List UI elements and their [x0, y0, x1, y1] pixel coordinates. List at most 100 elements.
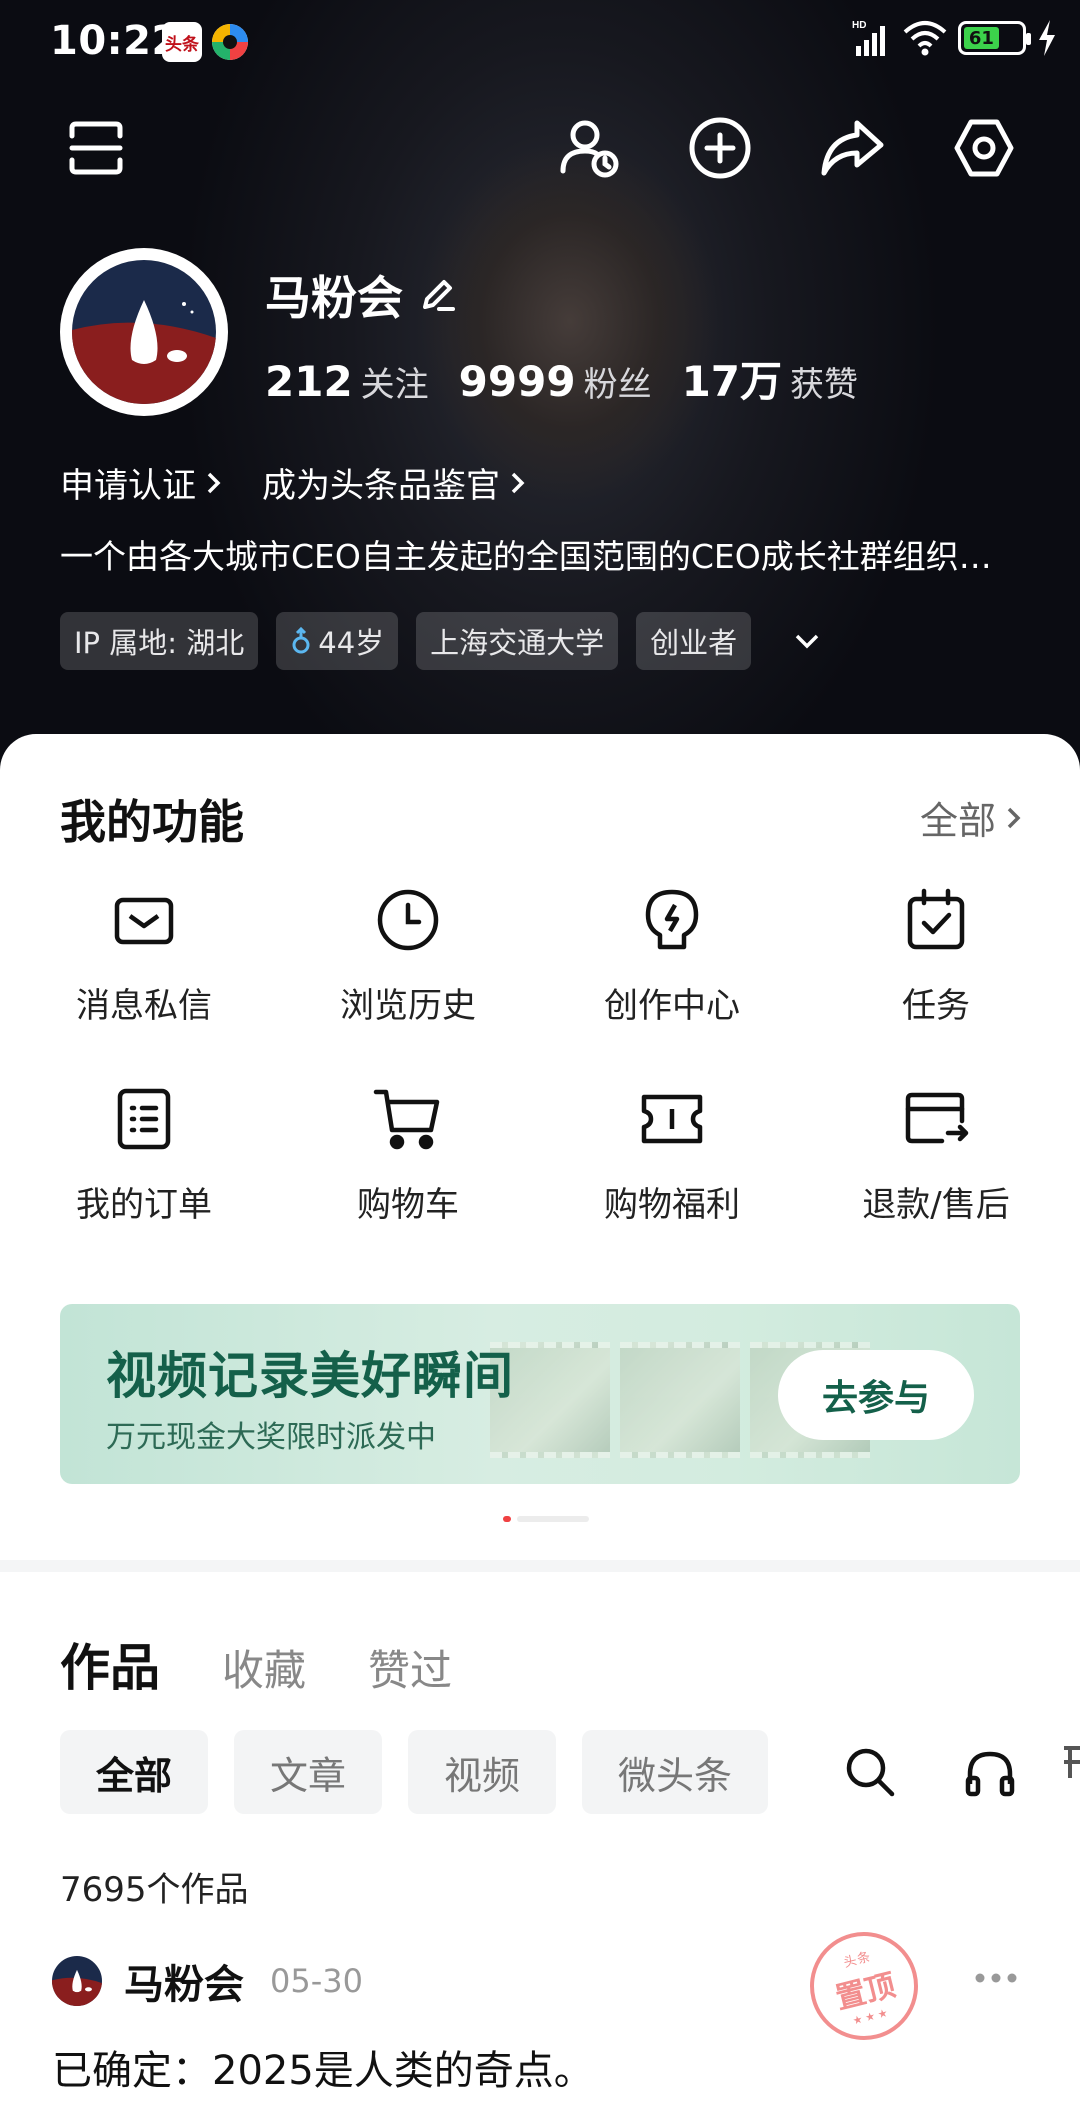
profile-tags: IP 属地: 湖北 44岁 上海交通大学 创业者 — [60, 612, 827, 670]
expand-tags-button[interactable] — [787, 621, 827, 661]
likes-label[interactable]: 获赞 — [790, 357, 858, 406]
function-tasks[interactable]: 任务 — [804, 884, 1068, 1027]
chevron-right-icon — [511, 472, 525, 493]
pagination-track — [517, 1516, 589, 1522]
app-notification-icon — [212, 24, 248, 60]
pagination-dot-active — [503, 1516, 511, 1522]
filter-articles[interactable]: 文章 — [234, 1730, 383, 1814]
edit-pencil-icon[interactable] — [417, 275, 457, 315]
promo-banner[interactable]: 视频记录美好瞬间 万元现金大奖限时派发中 去参与 — [60, 1304, 1020, 1484]
filter-micro-posts[interactable]: 微头条 — [582, 1730, 769, 1814]
function-cart[interactable]: 购物车 — [276, 1083, 540, 1226]
calendar-check-icon — [907, 888, 965, 950]
function-tasks-label: 任务 — [902, 986, 970, 1026]
works-count: 7695个作品 — [60, 1870, 249, 1910]
function-cart-label: 购物车 — [357, 1185, 459, 1225]
followers-label[interactable]: 粉丝 — [584, 357, 652, 406]
function-history-label: 浏览历史 — [340, 986, 476, 1026]
filters-fade — [770, 1730, 830, 1814]
share-button[interactable] — [814, 110, 890, 186]
following-label[interactable]: 关注 — [361, 357, 429, 406]
status-bar: 10:22 头条 HD 61 — [0, 0, 1080, 84]
works-filters: 全部 文章 视频 微头条 — [60, 1730, 769, 1814]
function-refund[interactable]: 退款/售后 — [804, 1083, 1068, 1226]
function-orders[interactable]: 我的订单 — [12, 1083, 276, 1226]
more-filters-cut — [1060, 1742, 1080, 1791]
profile-bio[interactable]: 一个由各大城市CEO自主发起的全国范围的CEO成长社群组织，致力于打造全国最具影… — [60, 530, 1020, 578]
user-clock-icon — [560, 120, 619, 178]
clock-icon — [377, 889, 439, 951]
battery-indicator: 61 — [958, 21, 1031, 55]
see-all-label: 全部 — [919, 799, 996, 843]
post-text[interactable]: 已确定：2025是人类的奇点。 — [52, 2038, 594, 2096]
function-messages-label: 消息私信 — [76, 986, 212, 1026]
tab-favorites[interactable]: 收藏 — [222, 1637, 306, 1698]
banner-title: 视频记录美好瞬间 — [106, 1347, 514, 1405]
become-reviewer-link[interactable]: 成为头条品鉴官 — [262, 458, 528, 507]
post-author-avatar[interactable] — [52, 1956, 102, 2006]
signal-icon: HD — [852, 20, 885, 56]
tag-age: 44岁 — [276, 612, 399, 670]
status-indicators: HD 61 — [852, 18, 1058, 58]
search-works-button[interactable] — [836, 1738, 904, 1806]
profile-name: 马粉会 — [265, 262, 457, 328]
tag-ip-location: IP 属地: 湖北 — [60, 612, 259, 670]
function-orders-label: 我的订单 — [76, 1185, 212, 1225]
gear-icon — [954, 119, 1014, 177]
apply-verification-link[interactable]: 申请认证 — [60, 458, 224, 507]
profile-links: 申请认证 成为头条品鉴官 — [60, 458, 528, 507]
avatar-logo-icon — [72, 260, 216, 404]
chevron-right-icon — [207, 472, 221, 493]
scan-icon — [69, 121, 123, 175]
more-dots-icon — [975, 1973, 1017, 1983]
publish-button[interactable] — [682, 110, 758, 186]
likes-count[interactable]: 17万 — [682, 348, 782, 409]
svg-text:HD: HD — [852, 20, 866, 31]
post-author-name[interactable]: 马粉会 — [124, 1952, 244, 2010]
function-shopping-benefits-label: 购物福利 — [604, 1185, 740, 1225]
chevron-down-icon — [795, 634, 819, 649]
banner-join-button[interactable]: 去参与 — [778, 1350, 974, 1440]
headphones-icon — [965, 1751, 1015, 1797]
order-list-icon — [117, 1088, 171, 1150]
pinned-stamp: 头条 置顶 ★★★ — [798, 1920, 930, 2052]
profile-name-text: 马粉会 — [265, 271, 403, 325]
charging-icon — [1039, 20, 1055, 56]
my-functions-card: 我的功能 全部 消息私信 浏览历史 创作中心 任务 我的订单 购物车 购物福利 … — [0, 734, 1080, 1554]
visitors-button[interactable] — [552, 110, 628, 186]
tab-liked[interactable]: 赞过 — [368, 1637, 452, 1698]
following-count[interactable]: 212 — [265, 357, 353, 406]
function-history[interactable]: 浏览历史 — [276, 884, 540, 1027]
see-all-functions-button[interactable]: 全部 — [920, 790, 1024, 845]
wifi-icon — [903, 21, 947, 56]
share-icon — [821, 120, 884, 176]
male-gender-icon — [292, 627, 310, 654]
followers-count[interactable]: 9999 — [459, 357, 576, 406]
banner-subtitle: 万元现金大奖限时派发中 — [106, 1420, 436, 1455]
function-creator-center-label: 创作中心 — [604, 986, 740, 1026]
settings-button[interactable] — [946, 110, 1022, 186]
filter-all[interactable]: 全部 — [60, 1730, 209, 1814]
function-refund-label: 退款/售后 — [862, 1185, 1010, 1225]
audio-works-button[interactable] — [956, 1738, 1024, 1806]
post-more-button[interactable] — [970, 1958, 1022, 1998]
scan-button[interactable] — [58, 110, 134, 186]
toutiao-app-icon: 头条 — [162, 22, 202, 62]
message-icon — [114, 897, 174, 945]
profile-stats: 212 关注 9999 粉丝 17万 获赞 — [265, 348, 888, 409]
apply-verification-label: 申请认证 — [60, 466, 196, 506]
tab-works[interactable]: 作品 — [60, 1628, 160, 1700]
banner-pagination — [503, 1516, 589, 1522]
function-creator-center[interactable]: 创作中心 — [540, 884, 804, 1027]
refund-card-icon — [905, 1092, 969, 1144]
status-time: 10:22 — [50, 18, 180, 64]
cart-icon — [373, 1089, 440, 1150]
filter-videos[interactable]: 视频 — [408, 1730, 557, 1814]
become-reviewer-label: 成为头条品鉴官 — [262, 466, 500, 506]
function-shopping-benefits[interactable]: 购物福利 — [540, 1083, 804, 1226]
profile-header: 10:22 头条 HD 61 马粉会 212 关注 9999 粉丝 17万 获赞… — [0, 0, 1080, 780]
partial-icon — [1064, 1746, 1080, 1778]
battery-level: 61 — [964, 27, 999, 49]
function-messages[interactable]: 消息私信 — [12, 884, 276, 1027]
profile-avatar[interactable] — [60, 248, 228, 416]
